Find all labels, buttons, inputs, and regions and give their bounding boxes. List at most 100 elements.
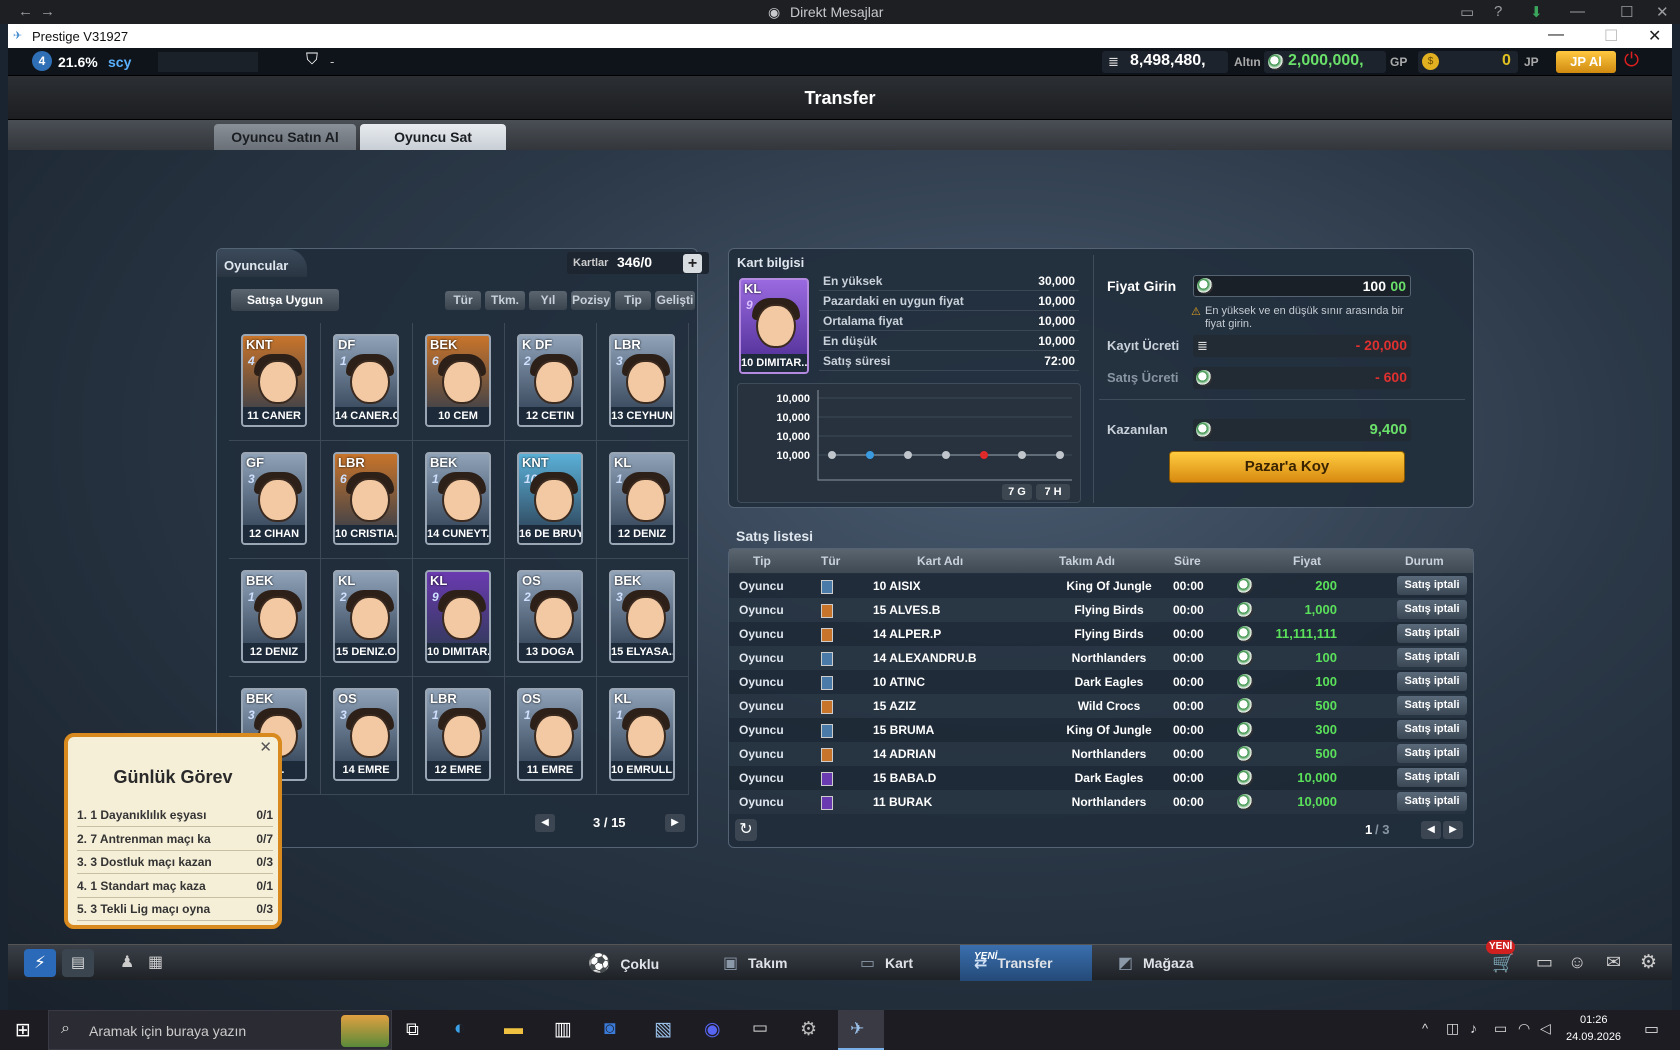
settings-taskbar-icon[interactable]: ⚙ bbox=[800, 1018, 817, 1041]
nav-card[interactable]: ▭ Kart bbox=[860, 945, 960, 981]
player-card[interactable]: BEK 1 12 DENIZ bbox=[241, 570, 307, 663]
chart-point[interactable] bbox=[904, 451, 912, 459]
chart-point[interactable] bbox=[828, 451, 836, 459]
player-card[interactable]: GF 3 12 CIHAN bbox=[241, 452, 307, 545]
cancel-sale-button[interactable]: Satış iptali bbox=[1397, 672, 1467, 691]
lightning-icon[interactable]: ⚡ bbox=[24, 949, 56, 977]
chart-point[interactable] bbox=[1056, 451, 1064, 459]
calendar-icon[interactable]: ▦ bbox=[148, 952, 163, 972]
close-icon[interactable]: ✕ bbox=[1656, 3, 1669, 21]
cancel-sale-button[interactable]: Satış iptali bbox=[1397, 696, 1467, 715]
chart-7-hours-button[interactable]: 7 H bbox=[1036, 484, 1070, 500]
filter-position-button[interactable]: Pozisy bbox=[571, 291, 611, 310]
player-card[interactable]: LBR 6 10 CRISTIA.. bbox=[333, 452, 399, 545]
player-card[interactable]: KL 2 15 DENIZ.O bbox=[333, 570, 399, 663]
nav-team[interactable]: ▣ Takım bbox=[723, 945, 833, 981]
player-card[interactable]: K DF 2 12 CETIN bbox=[517, 334, 583, 427]
filter-upgrade-button[interactable]: Gelişti bbox=[655, 291, 695, 310]
player-card[interactable]: BEK 1 14 CUNEYT.. bbox=[425, 452, 491, 545]
power-icon[interactable]: ⏻ bbox=[1624, 50, 1639, 72]
back-arrow-icon[interactable]: ← bbox=[18, 3, 33, 20]
player-card[interactable]: BEK 3 15 ELYASA... bbox=[609, 570, 675, 663]
player-card[interactable]: OS 3 14 EMRE bbox=[333, 688, 399, 781]
ranking-icon[interactable]: ♟ bbox=[120, 952, 134, 972]
chart-point[interactable] bbox=[980, 451, 988, 459]
table-row[interactable]: Oyuncu 14 ADRIAN Northlanders 00:00 500 Satış… bbox=[729, 742, 1467, 766]
table-row[interactable]: Oyuncu 14 ALPER.P Flying Birds 00:00 11,111,… bbox=[729, 622, 1467, 646]
player-card[interactable]: LBR 3 13 CEYHUN bbox=[609, 334, 675, 427]
task-view-icon[interactable]: ⧉ bbox=[406, 1019, 419, 1040]
player-card[interactable]: OS 2 13 DOGA bbox=[517, 570, 583, 663]
forward-arrow-icon[interactable]: → bbox=[40, 3, 55, 20]
inbox-icon[interactable]: ▭ bbox=[1460, 3, 1474, 21]
next-page-button[interactable]: ▶ bbox=[665, 814, 685, 832]
taskbar-search[interactable]: ⌕ Aramak için buraya yazın bbox=[48, 1010, 392, 1050]
player-card[interactable]: OS 1 11 EMRE bbox=[517, 688, 583, 781]
quest-close-icon[interactable]: ✕ bbox=[259, 738, 272, 756]
table-row[interactable]: Oyuncu 10 AISIX King Of Jungle 00:00 200 Satı… bbox=[729, 574, 1467, 598]
tab-sell-player[interactable]: Oyuncu Sat bbox=[360, 124, 506, 150]
chart-7-days-button[interactable]: 7 G bbox=[1002, 484, 1032, 500]
cancel-sale-button[interactable]: Satış iptali bbox=[1397, 600, 1467, 619]
player-card[interactable]: KL 1 10 EMRULL.. bbox=[609, 688, 675, 781]
sale-prev-button[interactable]: ◀ bbox=[1421, 821, 1441, 839]
volume-icon[interactable]: ◁ bbox=[1540, 1020, 1551, 1037]
cancel-sale-button[interactable]: Satış iptali bbox=[1397, 768, 1467, 787]
battery-icon[interactable]: ▭ bbox=[1494, 1020, 1507, 1037]
window-minimize-icon[interactable]: — bbox=[1548, 26, 1564, 44]
cart-icon[interactable]: 🛒 bbox=[1492, 953, 1514, 974]
game-taskbar-item[interactable]: ✈ bbox=[838, 1010, 884, 1050]
player-card[interactable]: KL 9 10 DIMITAR.. bbox=[425, 570, 491, 663]
player-card[interactable]: KNT 4 11 CANER bbox=[241, 334, 307, 427]
nav-shop[interactable]: ◩ Mağaza bbox=[1118, 945, 1228, 981]
table-row[interactable]: Oyuncu 11 BURAK Northlanders 00:00 10,000 Sat… bbox=[729, 790, 1467, 814]
table-row[interactable]: Oyuncu 14 ALEXANDRU.B Northlanders 00:00 100… bbox=[729, 646, 1467, 670]
friends-icon[interactable]: ☺ bbox=[1568, 952, 1586, 973]
settings-gear-icon[interactable]: ⚙ bbox=[1640, 951, 1657, 974]
tray-chevron-icon[interactable]: ^ bbox=[1422, 1021, 1428, 1036]
help-icon[interactable]: ? bbox=[1494, 3, 1502, 20]
cancel-sale-button[interactable]: Satış iptali bbox=[1397, 624, 1467, 643]
app-icon-5[interactable]: ▧ bbox=[654, 1018, 672, 1041]
edge-icon[interactable]: ◐ bbox=[454, 1018, 465, 1040]
player-card[interactable]: LBR 1 12 EMRE bbox=[425, 688, 491, 781]
terminal-icon[interactable]: ▭ bbox=[752, 1018, 768, 1038]
tray-icon-1[interactable]: ◫ bbox=[1446, 1020, 1459, 1037]
cancel-sale-button[interactable]: Satış iptali bbox=[1397, 744, 1467, 763]
filter-tip-button[interactable]: Tip bbox=[615, 291, 651, 310]
wifi-icon[interactable]: ◠ bbox=[1518, 1020, 1530, 1037]
tab-buy-player[interactable]: Oyuncu Satın Al bbox=[214, 124, 356, 150]
outlook-icon[interactable]: ◙ bbox=[604, 1018, 615, 1040]
filter-type-button[interactable]: Tür bbox=[445, 291, 481, 310]
refresh-button[interactable]: ↻ bbox=[735, 819, 757, 841]
cancel-sale-button[interactable]: Satış iptali bbox=[1397, 648, 1467, 667]
download-icon[interactable]: ⬇ bbox=[1530, 3, 1543, 21]
player-card[interactable]: KL 1 12 DENIZ bbox=[609, 452, 675, 545]
file-explorer-icon[interactable]: ▬ bbox=[504, 1018, 523, 1040]
filter-year-button[interactable]: Yıl bbox=[529, 291, 567, 310]
filter-dropdown[interactable]: Satışa Uygun bbox=[231, 289, 339, 311]
minimize-icon[interactable]: — bbox=[1570, 3, 1585, 20]
prev-page-button[interactable]: ◀ bbox=[535, 814, 555, 832]
store-icon[interactable]: ▥ bbox=[554, 1018, 572, 1041]
windows-start-icon[interactable]: ⊞ bbox=[15, 1019, 31, 1042]
player-card[interactable]: KNT1016 DE BRUY.. bbox=[517, 452, 583, 545]
microphone-icon[interactable]: ♪ bbox=[1470, 1020, 1477, 1036]
sale-next-button[interactable]: ▶ bbox=[1443, 821, 1463, 839]
nav-transfer[interactable]: YENİ ⇄ Transfer bbox=[960, 945, 1092, 981]
price-input[interactable]: 100 00 bbox=[1193, 275, 1411, 297]
maximize-icon[interactable]: ☐ bbox=[1620, 3, 1633, 21]
player-card[interactable]: BEK 6 10 CEM bbox=[425, 334, 491, 427]
jp-buy-button[interactable]: JP Al bbox=[1556, 51, 1616, 73]
player-card[interactable]: DF 1 14 CANER.O bbox=[333, 334, 399, 427]
discord-taskbar-icon[interactable]: ◉ bbox=[704, 1018, 721, 1041]
table-row[interactable]: Oyuncu 15 ALVES.B Flying Birds 00:00 1,000 Sa… bbox=[729, 598, 1467, 622]
cancel-sale-button[interactable]: Satış iptali bbox=[1397, 576, 1467, 595]
nav-multi[interactable]: ⚽ Çoklu bbox=[588, 945, 698, 981]
chart-point[interactable] bbox=[1018, 451, 1026, 459]
cancel-sale-button[interactable]: Satış iptali bbox=[1397, 792, 1467, 811]
notes-icon[interactable]: ▤ bbox=[62, 949, 94, 977]
mail-icon[interactable]: ✉ bbox=[1606, 952, 1621, 973]
cancel-sale-button[interactable]: Satış iptali bbox=[1397, 720, 1467, 739]
filter-team-button[interactable]: Tkm. bbox=[485, 291, 525, 310]
